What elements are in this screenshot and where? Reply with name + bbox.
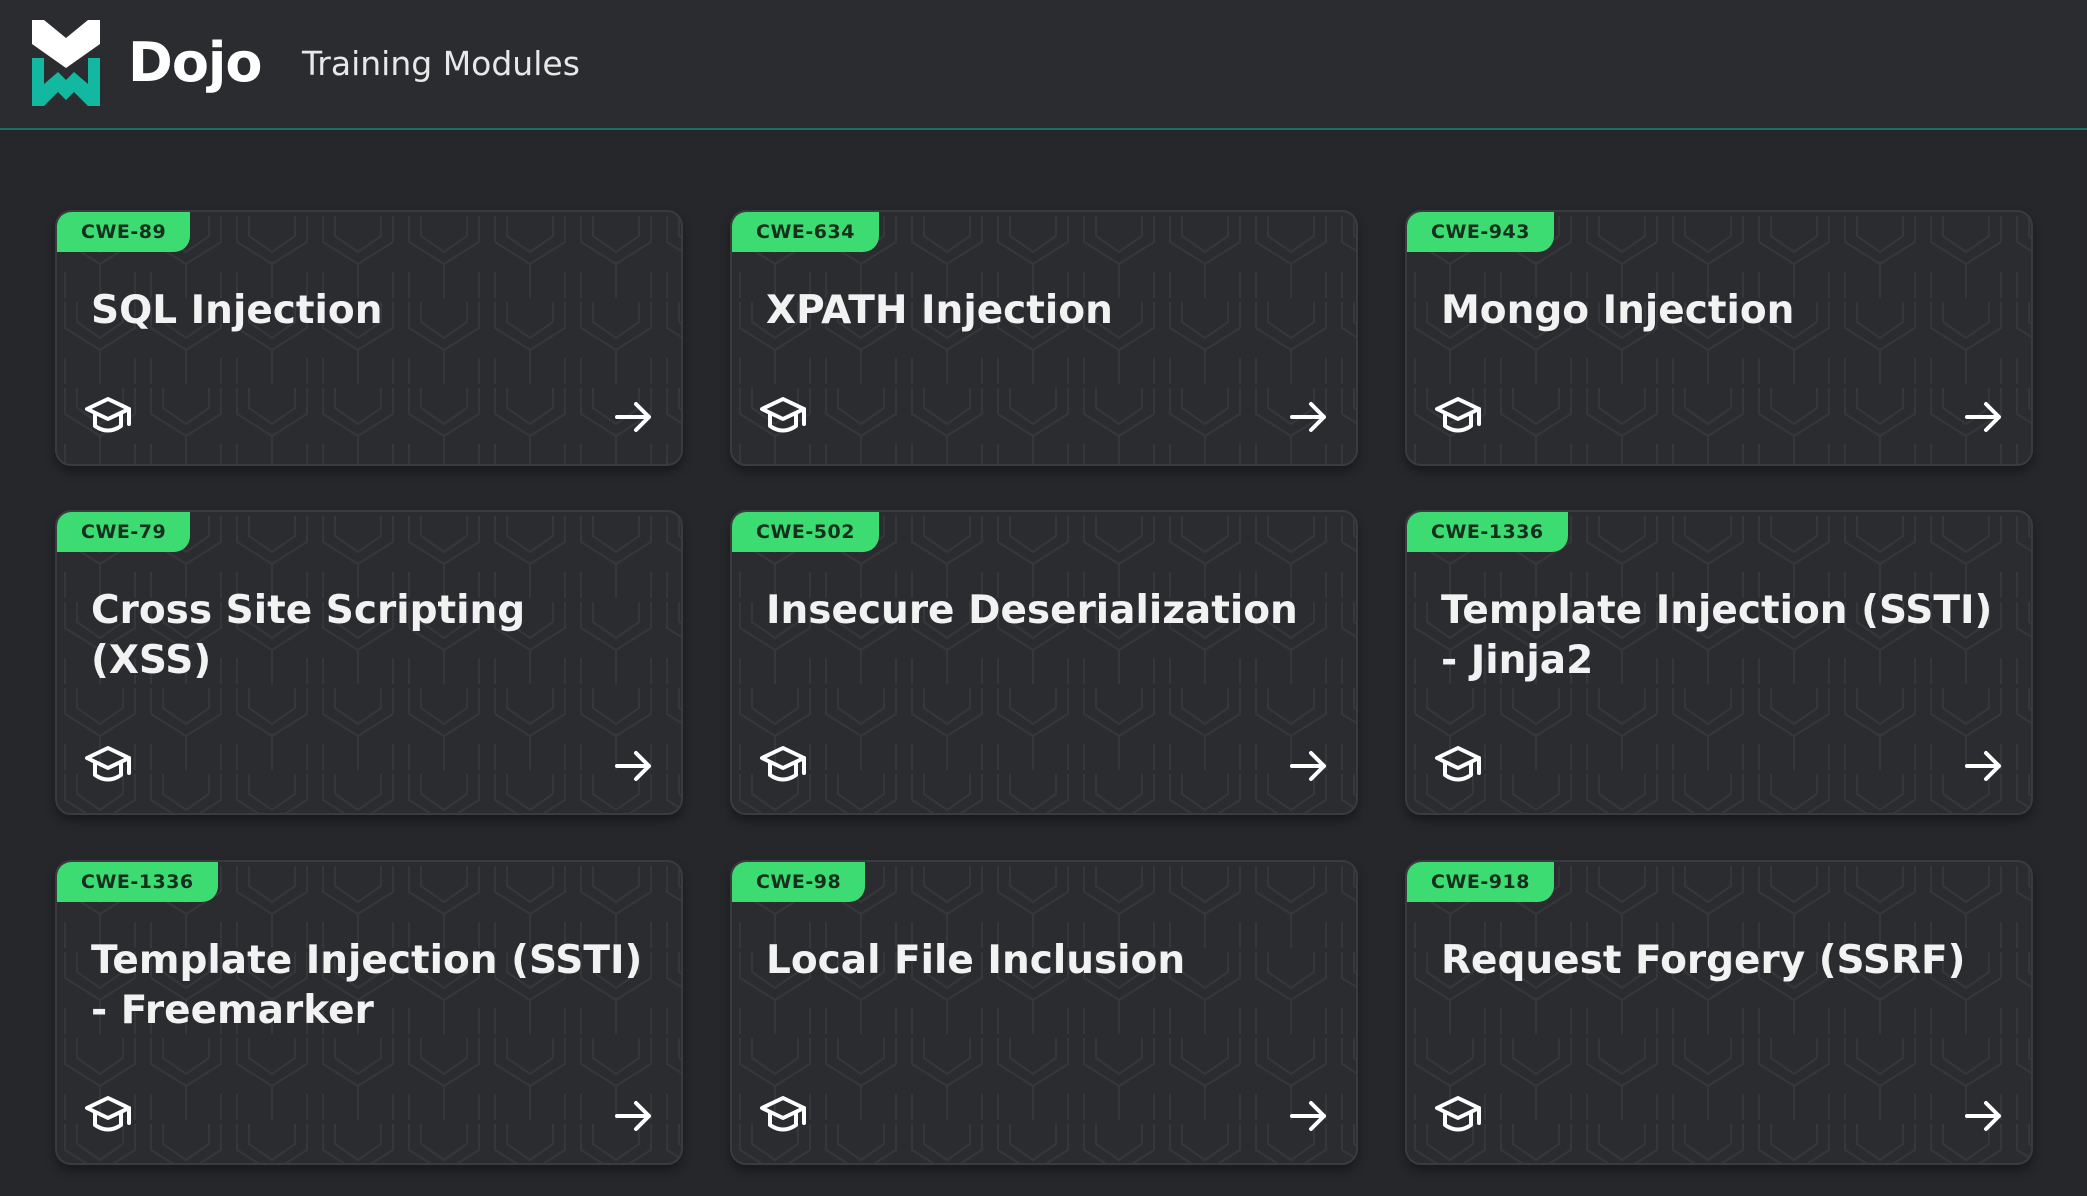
arrow-right-icon[interactable] — [613, 1095, 655, 1137]
cwe-badge: CWE-98 — [732, 862, 866, 902]
arrow-right-icon[interactable] — [1288, 745, 1330, 787]
module-title: Insecure Deserialization — [766, 588, 1298, 633]
module-card-xss[interactable]: CWE-79 Cross Site Scripting (XSS) — [55, 510, 683, 815]
graduation-cap-icon — [85, 1096, 131, 1132]
module-title: Template Injection (SSTI) - Jinja2 — [1441, 588, 1993, 683]
cwe-badge: CWE-943 — [1407, 212, 1554, 252]
graduation-cap-icon — [85, 746, 131, 782]
arrow-right-icon[interactable] — [1288, 396, 1330, 438]
module-card-insecure-deserialization[interactable]: CWE-502 Insecure Deserialization — [730, 510, 1358, 815]
page-title: Training Modules — [302, 44, 580, 83]
brand-name[interactable]: Dojo — [128, 28, 263, 98]
cwe-badge: CWE-1336 — [57, 862, 218, 902]
top-bar: Dojo Training Modules — [0, 0, 2087, 130]
card-background-pattern — [732, 862, 1356, 1163]
module-title: SQL Injection — [91, 288, 383, 333]
graduation-cap-icon — [1435, 397, 1481, 433]
arrow-right-icon[interactable] — [613, 396, 655, 438]
module-title: Mongo Injection — [1441, 288, 1795, 333]
arrow-right-icon[interactable] — [1963, 396, 2005, 438]
arrow-right-icon[interactable] — [613, 745, 655, 787]
module-title: Template Injection (SSTI) - Freemarker — [91, 938, 643, 1033]
module-card-xpath-injection[interactable]: CWE-634 XPATH Injection — [730, 210, 1358, 466]
module-card-ssrf[interactable]: CWE-918 Request Forgery (SSRF) — [1405, 860, 2033, 1165]
module-title: Local File Inclusion — [766, 938, 1186, 983]
module-card-sql-injection[interactable]: CWE-89 SQL Injection — [55, 210, 683, 466]
graduation-cap-icon — [1435, 1096, 1481, 1132]
arrow-right-icon[interactable] — [1963, 745, 2005, 787]
cwe-badge: CWE-89 — [57, 212, 191, 252]
arrow-right-icon[interactable] — [1963, 1095, 2005, 1137]
graduation-cap-icon — [760, 397, 806, 433]
module-card-local-file-inclusion[interactable]: CWE-98 Local File Inclusion — [730, 860, 1358, 1165]
graduation-cap-icon — [760, 1096, 806, 1132]
arrow-right-icon[interactable] — [1288, 1095, 1330, 1137]
cwe-badge: CWE-79 — [57, 512, 191, 552]
cwe-badge: CWE-918 — [1407, 862, 1554, 902]
graduation-cap-icon — [85, 397, 131, 433]
module-title: Cross Site Scripting (XSS) — [91, 588, 526, 683]
cwe-badge: CWE-1336 — [1407, 512, 1568, 552]
module-title: XPATH Injection — [766, 288, 1113, 333]
module-card-ssti-freemarker[interactable]: CWE-1336 Template Injection (SSTI) - Fre… — [55, 860, 683, 1165]
cwe-badge: CWE-634 — [732, 212, 879, 252]
module-card-ssti-jinja2[interactable]: CWE-1336 Template Injection (SSTI) - Jin… — [1405, 510, 2033, 815]
module-card-mongo-injection[interactable]: CWE-943 Mongo Injection — [1405, 210, 2033, 466]
card-background-pattern — [1407, 862, 2031, 1163]
dojo-logo-icon[interactable] — [30, 18, 102, 108]
graduation-cap-icon — [1435, 746, 1481, 782]
module-title: Request Forgery (SSRF) — [1441, 938, 1966, 983]
graduation-cap-icon — [760, 746, 806, 782]
card-background-pattern — [732, 512, 1356, 813]
cwe-badge: CWE-502 — [732, 512, 879, 552]
